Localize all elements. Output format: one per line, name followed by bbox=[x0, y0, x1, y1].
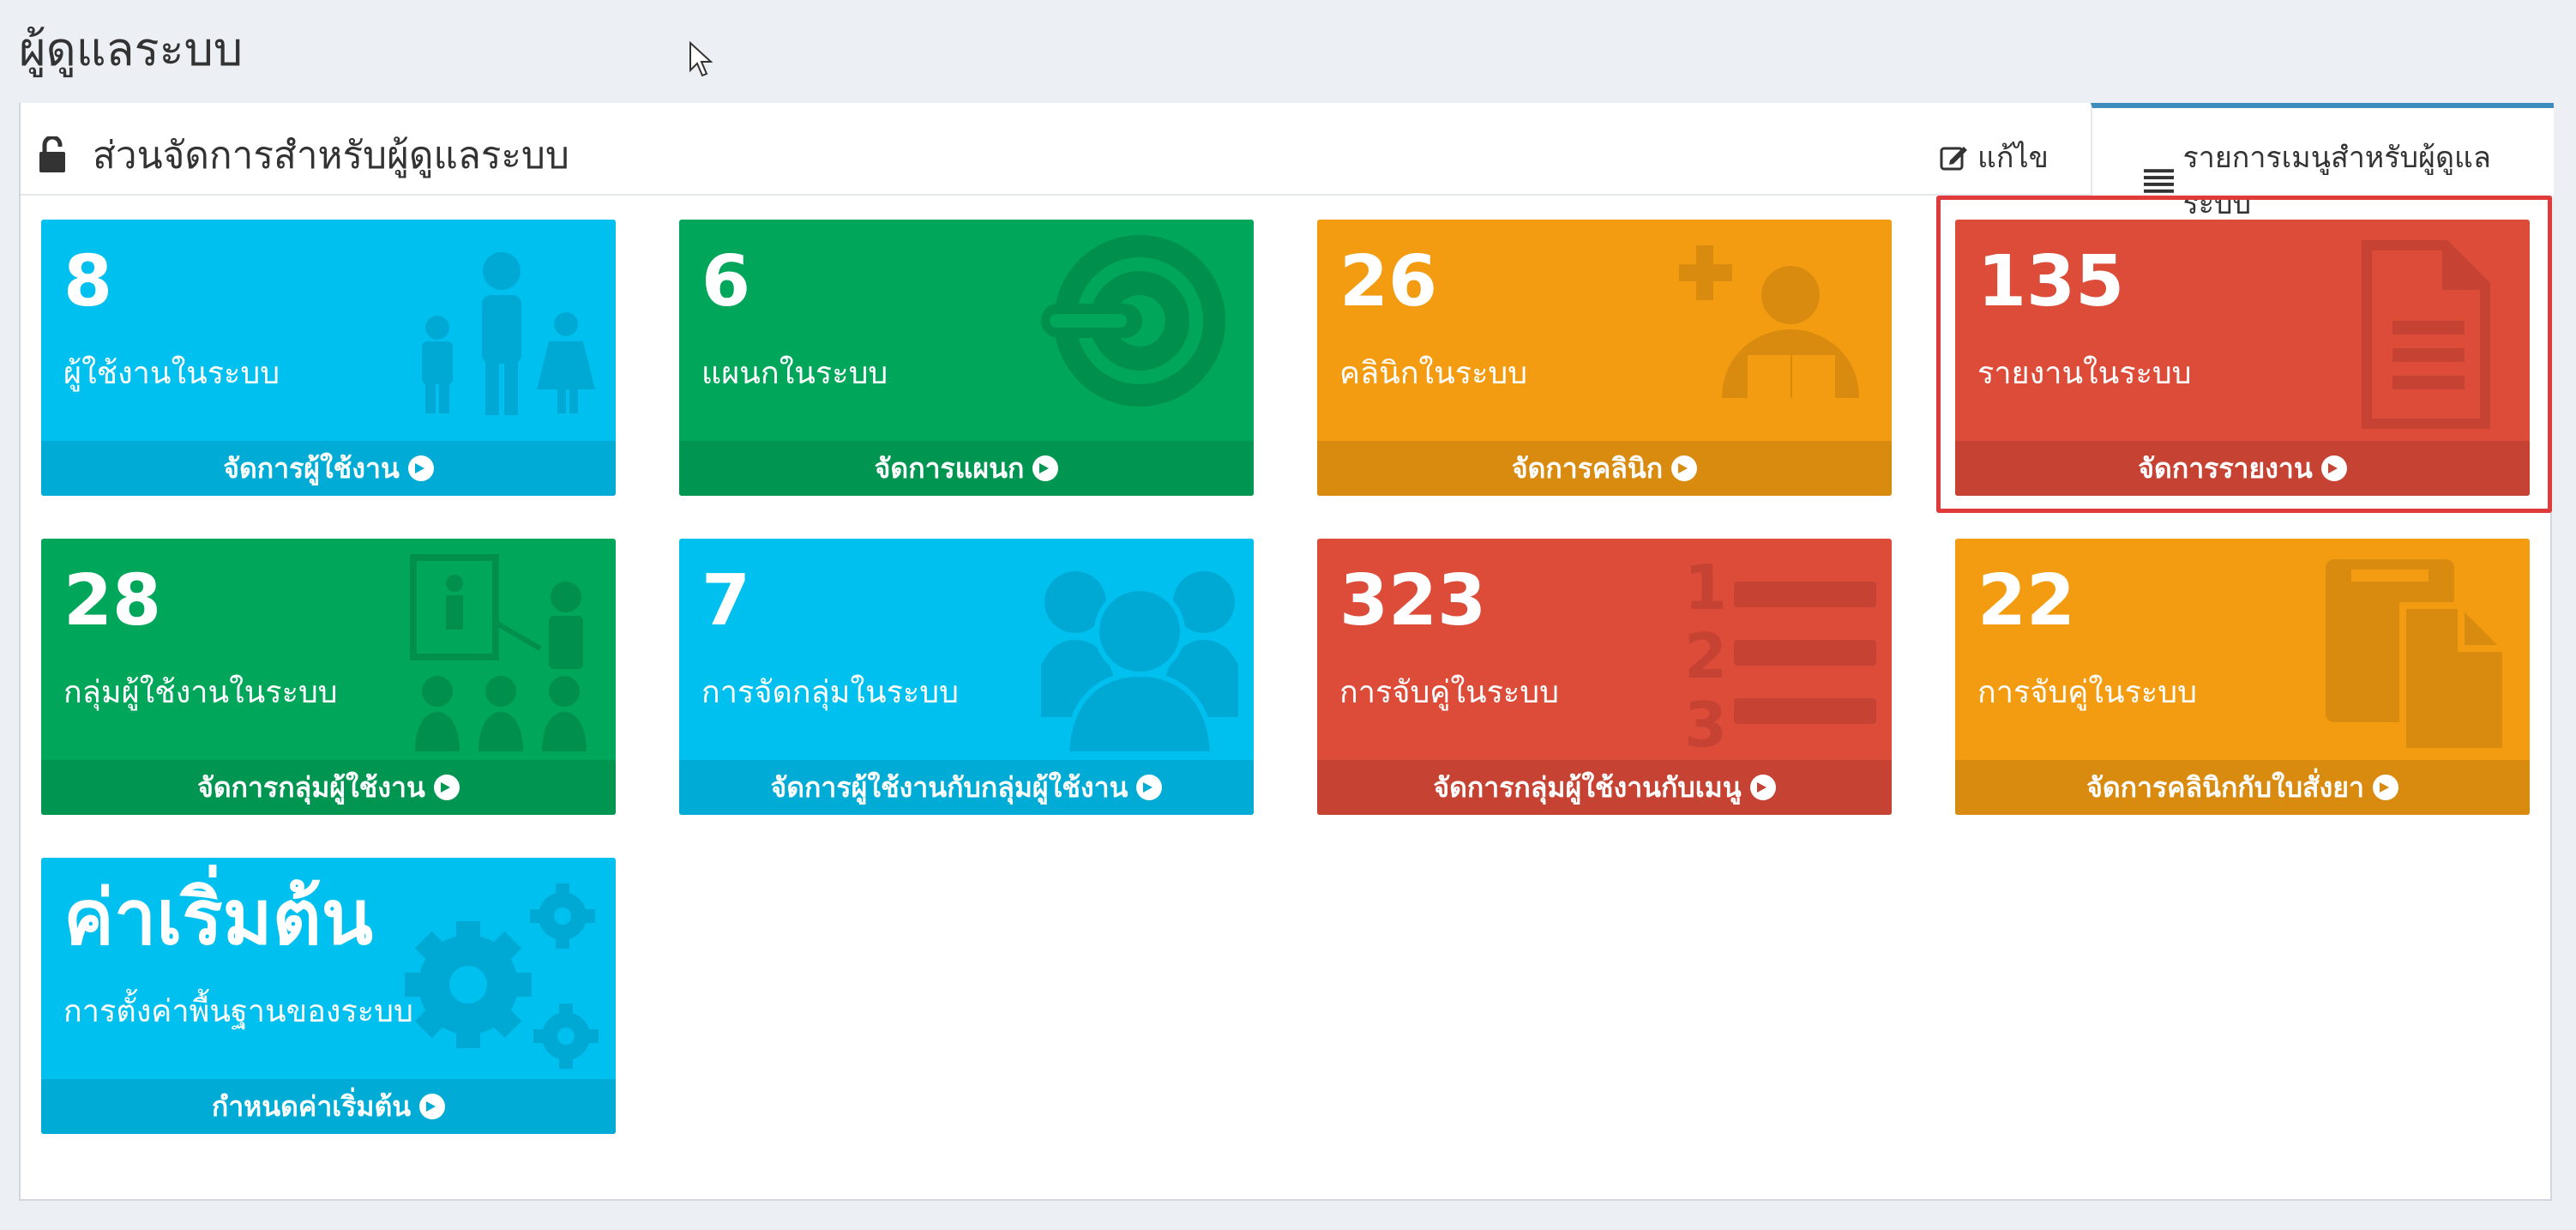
set-defaults-link[interactable]: กำหนดค่าเริ่มต้น bbox=[41, 1079, 616, 1134]
arrow-circle-right-icon bbox=[419, 1094, 446, 1119]
box-value: 8 bbox=[63, 241, 113, 323]
box-value: 26 bbox=[1339, 241, 1438, 323]
arrow-circle-right-icon bbox=[1032, 455, 1059, 481]
footer-label: จัดการกลุ่มผู้ใช้งาน bbox=[197, 770, 425, 804]
footer-label: จัดการผู้ใช้งานกับกลุ่มผู้ใช้งาน bbox=[770, 770, 1129, 804]
mouse-cursor-icon bbox=[689, 41, 713, 77]
box-label: การจัดกลุ่มในระบบ bbox=[701, 675, 959, 710]
svg-text:3: 3 bbox=[1684, 689, 1727, 751]
page-title: ผู้ดูแลระบบ bbox=[19, 22, 244, 76]
gears-icon bbox=[405, 883, 599, 1069]
arrow-circle-right-icon bbox=[433, 775, 460, 800]
arrow-circle-right-icon bbox=[1671, 455, 1698, 481]
panel-title-text: ส่วนจัดการสำหรับผู้ดูแลระบบ bbox=[93, 134, 569, 178]
manage-group-menu-link[interactable]: จัดการกลุ่มผู้ใช้งานกับเมนู bbox=[1317, 760, 1892, 815]
panel-title: ส่วนจัดการสำหรับผู้ดูแลระบบ bbox=[38, 125, 569, 185]
users-icon bbox=[422, 252, 595, 415]
box-value: 323 bbox=[1339, 560, 1487, 642]
box-label: คลินิกในระบบ bbox=[1339, 356, 1528, 391]
box-menu-mapping: 323 การจับคู่ในระบบ 1 2 3 จัดการกลุ่มผู้… bbox=[1317, 539, 1892, 815]
svg-text:2: 2 bbox=[1684, 620, 1727, 692]
box-clinics: 26 คลินิกในระบบ จัดการคลินิก bbox=[1317, 220, 1892, 496]
footer-label: จัดการผู้ใช้งาน bbox=[223, 451, 400, 485]
box-defaults: ค่าเริ่มต้น การตั้งค่าพื้นฐานของระบบ กำห… bbox=[41, 858, 616, 1134]
footer-label: จัดการกลุ่มผู้ใช้งานกับเมนู bbox=[1433, 770, 1742, 804]
manage-user-groups-link[interactable]: จัดการกลุ่มผู้ใช้งาน bbox=[41, 760, 616, 815]
arrow-circle-right-icon bbox=[1749, 775, 1776, 800]
box-grouping: 7 การจัดกลุ่มในระบบ จัดการผู้ใช้งานกับกล… bbox=[679, 539, 1254, 815]
tab-edit[interactable]: แก้ไข bbox=[1940, 134, 2049, 180]
box-label: การจับคู่ในระบบ bbox=[1977, 675, 2197, 710]
box-label: ผู้ใช้งานในระบบ bbox=[63, 356, 280, 391]
box-departments: 6 แผนกในระบบ จัดการแผนก bbox=[679, 220, 1254, 496]
arrow-circle-right-icon bbox=[2372, 775, 2398, 800]
arrow-circle-right-icon bbox=[1136, 775, 1163, 800]
box-value: 22 bbox=[1977, 560, 2076, 642]
box-value: 7 bbox=[701, 560, 751, 642]
manage-clinics-link[interactable]: จัดการคลินิก bbox=[1317, 441, 1892, 496]
arrow-circle-right-icon bbox=[407, 455, 434, 481]
box-label: การตั้งค่าพื้นฐานของระบบ bbox=[63, 994, 413, 1029]
list-icon bbox=[2144, 169, 2175, 193]
box-user-groups: 28 กลุ่มผู้ใช้งานในระบบ จัดการกลุ่มผู้ใช… bbox=[41, 539, 616, 815]
edit-icon bbox=[1940, 147, 1967, 171]
panel-header: ส่วนจัดการสำหรับผู้ดูแลระบบ แก้ไข รายการ… bbox=[21, 103, 2554, 221]
svg-text:1: 1 bbox=[1684, 554, 1727, 624]
box-label: การจับคู่ในระบบ bbox=[1339, 675, 1559, 710]
tab-menu-container: รายการเมนูสำหรับผู้ดูแลระบบ bbox=[2091, 103, 2554, 221]
presentation-icon bbox=[410, 554, 587, 751]
footer-label: จัดการแผนก bbox=[874, 451, 1025, 485]
numbered-list-icon: 1 2 3 bbox=[1684, 554, 1876, 751]
box-value: ค่าเริ่มต้น bbox=[63, 873, 373, 962]
box-value: 28 bbox=[63, 560, 162, 642]
manage-user-group-membership-link[interactable]: จัดการผู้ใช้งานกับกลุ่มผู้ใช้งาน bbox=[679, 760, 1254, 815]
box-label: แผนกในระบบ bbox=[701, 356, 888, 391]
unlock-icon bbox=[39, 136, 65, 172]
box-value: 6 bbox=[701, 241, 751, 323]
scanner-icon bbox=[1041, 235, 1225, 407]
manage-departments-link[interactable]: จัดการแผนก bbox=[679, 441, 1254, 496]
manage-clinic-prescription-link[interactable]: จัดการคลินิกกับใบสั่งยา bbox=[1955, 760, 2530, 815]
footer-label: จัดการคลินิกกับใบสั่งยา bbox=[2086, 770, 2364, 804]
box-users: 8 ผู้ใช้งานในระบบ จัดการผู้ใช้งาน bbox=[41, 220, 616, 496]
box-label: กลุ่มผู้ใช้งานในระบบ bbox=[63, 675, 338, 710]
footer-label: กำหนดค่าเริ่มต้น bbox=[211, 1089, 412, 1123]
manage-users-link[interactable]: จัดการผู้ใช้งาน bbox=[41, 441, 616, 496]
selection-highlight bbox=[1936, 196, 2552, 513]
box-clinic-prescription-mapping: 22 การจับคู่ในระบบ จัดการคลินิกกับใบสั่ง… bbox=[1955, 539, 2530, 815]
copy-document-icon bbox=[2326, 559, 2509, 751]
group-icon bbox=[1041, 571, 1238, 751]
tab-edit-label: แก้ไข bbox=[1977, 141, 2049, 175]
medical-reader-icon bbox=[1679, 245, 1859, 407]
footer-label: จัดการคลินิก bbox=[1511, 451, 1664, 485]
